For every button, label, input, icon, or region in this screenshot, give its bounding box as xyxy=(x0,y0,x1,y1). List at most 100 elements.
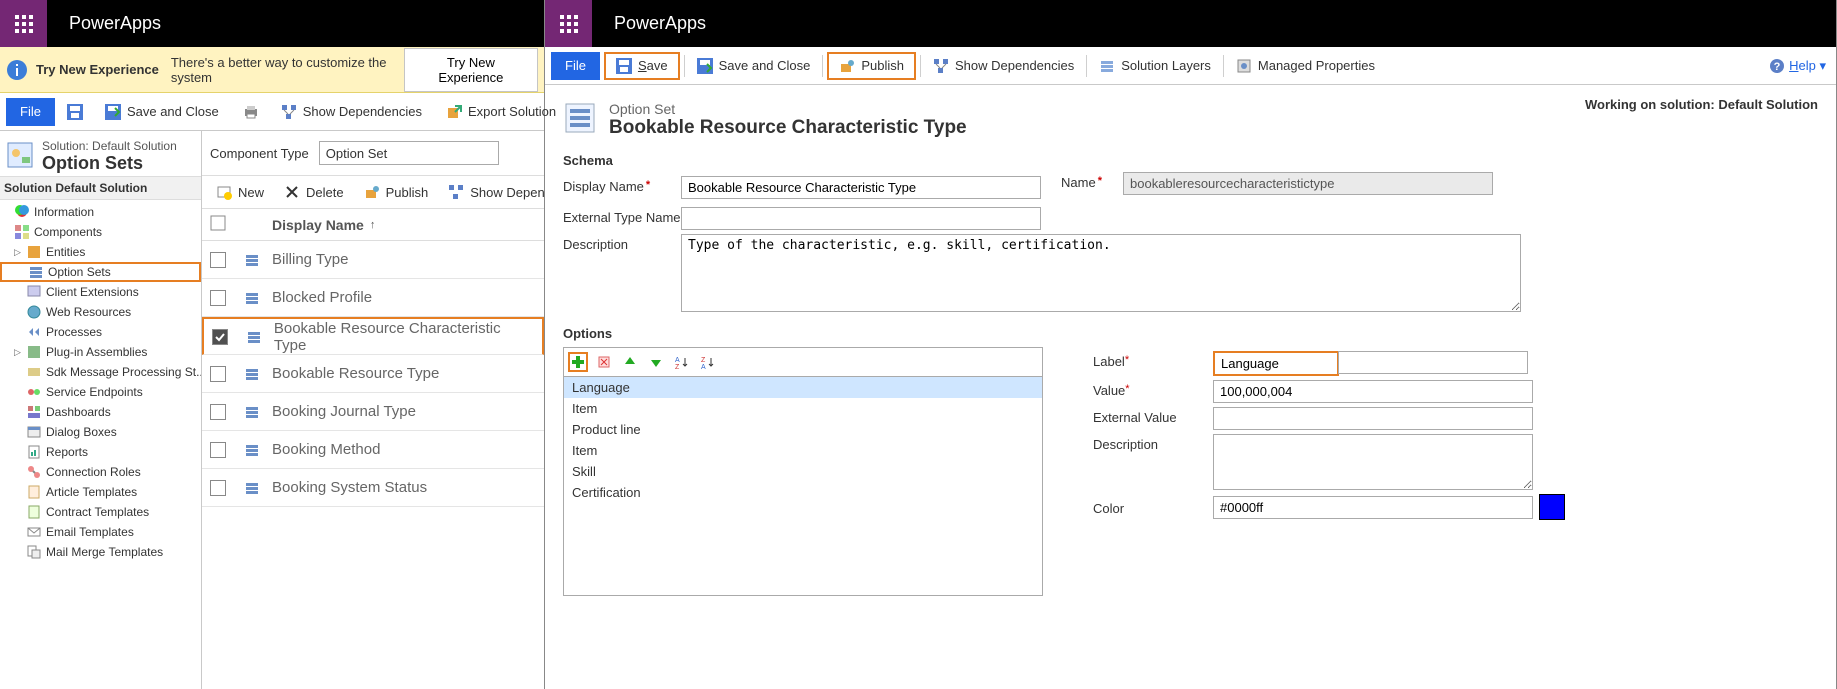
optionset-row-icon xyxy=(244,290,260,306)
description-input[interactable] xyxy=(681,234,1521,312)
managed-properties-button[interactable]: Managed Properties xyxy=(1228,52,1383,80)
display-name-column-header[interactable]: Display Name↑ xyxy=(272,217,375,233)
name-input xyxy=(1123,172,1493,195)
table-row[interactable]: Bookable Resource Characteristic Type xyxy=(202,317,544,355)
name-label: Name* xyxy=(1061,172,1123,190)
row-checkbox[interactable] xyxy=(210,442,226,458)
show-dependencies-mini-button[interactable]: Show Depen xyxy=(442,180,544,204)
option-external-field-label: External Value xyxy=(1093,407,1213,425)
tree-client-extensions[interactable]: Client Extensions xyxy=(0,282,201,302)
right-toolbar: File Save Save and Close Publish Show De… xyxy=(545,47,1836,85)
options-listbox[interactable]: LanguageItemProduct lineItemSkillCertifi… xyxy=(563,376,1043,596)
save-and-close-button[interactable]: Save and Close xyxy=(689,52,819,80)
show-dependencies-button[interactable]: Show Dependencies xyxy=(925,52,1082,80)
tree-entities[interactable]: ▷Entities xyxy=(0,242,201,262)
row-checkbox[interactable] xyxy=(210,404,226,420)
component-type-select[interactable]: Option Set xyxy=(319,141,499,165)
display-name-label: Display Name* xyxy=(563,176,681,194)
option-item[interactable]: Product line xyxy=(564,419,1042,440)
option-desc-input[interactable] xyxy=(1213,434,1533,490)
optionset-row-icon xyxy=(244,252,260,268)
tree-dashboards[interactable]: Dashboards xyxy=(0,402,201,422)
save-label: Save xyxy=(638,58,668,73)
svg-text:?: ? xyxy=(1774,61,1781,73)
tree-plugin-assemblies[interactable]: ▷Plug-in Assemblies xyxy=(0,342,201,362)
tree-web-resources[interactable]: Web Resources xyxy=(0,302,201,322)
save-button[interactable]: Save xyxy=(604,52,680,80)
option-item[interactable]: Item xyxy=(564,440,1042,461)
managed-properties-label: Managed Properties xyxy=(1258,58,1375,73)
sort-asc-button[interactable]: AZ xyxy=(672,352,692,372)
tree-processes[interactable]: Processes xyxy=(0,322,201,342)
options-toolbar: AZ ZA xyxy=(563,347,1043,376)
banner-text: There's a better way to customize the sy… xyxy=(171,55,404,85)
select-all-checkbox[interactable] xyxy=(210,215,226,234)
component-type-label: Component Type xyxy=(210,146,309,161)
entity-title: Bookable Resource Characteristic Type xyxy=(609,117,967,139)
optionset-row-icon xyxy=(244,442,260,458)
working-on-solution: Working on solution: Default Solution xyxy=(1585,97,1818,149)
tree-service-endpoints[interactable]: Service Endpoints xyxy=(0,382,201,402)
display-name-input[interactable] xyxy=(681,176,1041,199)
table-row[interactable]: Booking Method xyxy=(202,431,544,469)
row-display-name: Booking System Status xyxy=(272,479,427,496)
show-dependencies-button[interactable]: Show Dependencies xyxy=(273,98,430,126)
try-new-experience-button[interactable]: Try New Experience xyxy=(404,48,538,92)
waffle-icon[interactable] xyxy=(0,0,47,47)
app-title: PowerApps xyxy=(69,13,161,34)
delete-option-button[interactable] xyxy=(594,352,614,372)
table-row[interactable]: Bookable Resource Type xyxy=(202,355,544,393)
option-value-field-label: Value* xyxy=(1093,380,1213,398)
option-value-input[interactable] xyxy=(1213,380,1533,403)
print-icon-button[interactable] xyxy=(235,98,273,126)
tree-article-templates[interactable]: Article Templates xyxy=(0,482,201,502)
file-button[interactable]: File xyxy=(6,98,55,126)
external-type-input[interactable] xyxy=(681,207,1041,230)
publish-button[interactable]: Publish xyxy=(358,180,435,204)
row-checkbox[interactable] xyxy=(210,252,226,268)
tree-email-templates[interactable]: Email Templates xyxy=(0,522,201,542)
tree-reports[interactable]: Reports xyxy=(0,442,201,462)
svg-text:A: A xyxy=(701,364,706,369)
table-row[interactable]: Booking System Status xyxy=(202,469,544,507)
option-label-input[interactable] xyxy=(1215,353,1337,374)
tree-contract-templates[interactable]: Contract Templates xyxy=(0,502,201,522)
option-color-input[interactable] xyxy=(1213,496,1533,519)
option-item[interactable]: Item xyxy=(564,398,1042,419)
option-external-input[interactable] xyxy=(1213,407,1533,430)
tree-mail-merge[interactable]: Mail Merge Templates xyxy=(0,542,201,562)
table-row[interactable]: Billing Type xyxy=(202,241,544,279)
table-row[interactable]: Booking Journal Type xyxy=(202,393,544,431)
row-checkbox[interactable] xyxy=(210,290,226,306)
publish-button[interactable]: Publish xyxy=(827,52,916,80)
save-and-close-button[interactable]: Save and Close xyxy=(97,98,227,126)
row-checkbox[interactable] xyxy=(212,329,228,345)
solution-layers-button[interactable]: Solution Layers xyxy=(1091,52,1219,80)
tree-information[interactable]: Information xyxy=(0,202,201,222)
row-checkbox[interactable] xyxy=(210,366,226,382)
right-topbar: PowerApps xyxy=(545,0,1836,47)
color-swatch[interactable] xyxy=(1539,494,1565,520)
option-item[interactable]: Language xyxy=(564,377,1042,398)
publish-label: Publish xyxy=(861,58,904,73)
help-link[interactable]: ? Help ▾ xyxy=(1769,58,1826,74)
tree-option-sets[interactable]: Option Sets xyxy=(0,262,201,282)
schema-section-label: Schema xyxy=(563,153,1818,168)
add-option-button[interactable] xyxy=(568,352,588,372)
sort-desc-button[interactable]: ZA xyxy=(698,352,718,372)
move-down-button[interactable] xyxy=(646,352,666,372)
tree-dialog-boxes[interactable]: Dialog Boxes xyxy=(0,422,201,442)
tree-components[interactable]: Components xyxy=(0,222,201,242)
tree-connection-roles[interactable]: Connection Roles xyxy=(0,462,201,482)
new-button[interactable]: New xyxy=(210,180,270,204)
row-checkbox[interactable] xyxy=(210,480,226,496)
delete-button[interactable]: Delete xyxy=(278,180,350,204)
table-row[interactable]: Blocked Profile xyxy=(202,279,544,317)
option-item[interactable]: Skill xyxy=(564,461,1042,482)
tree-sdk-message[interactable]: Sdk Message Processing St... xyxy=(0,362,201,382)
waffle-icon[interactable] xyxy=(545,0,592,47)
option-item[interactable]: Certification xyxy=(564,482,1042,503)
file-button[interactable]: File xyxy=(551,52,600,80)
move-up-button[interactable] xyxy=(620,352,640,372)
save-icon-button[interactable] xyxy=(59,98,97,126)
